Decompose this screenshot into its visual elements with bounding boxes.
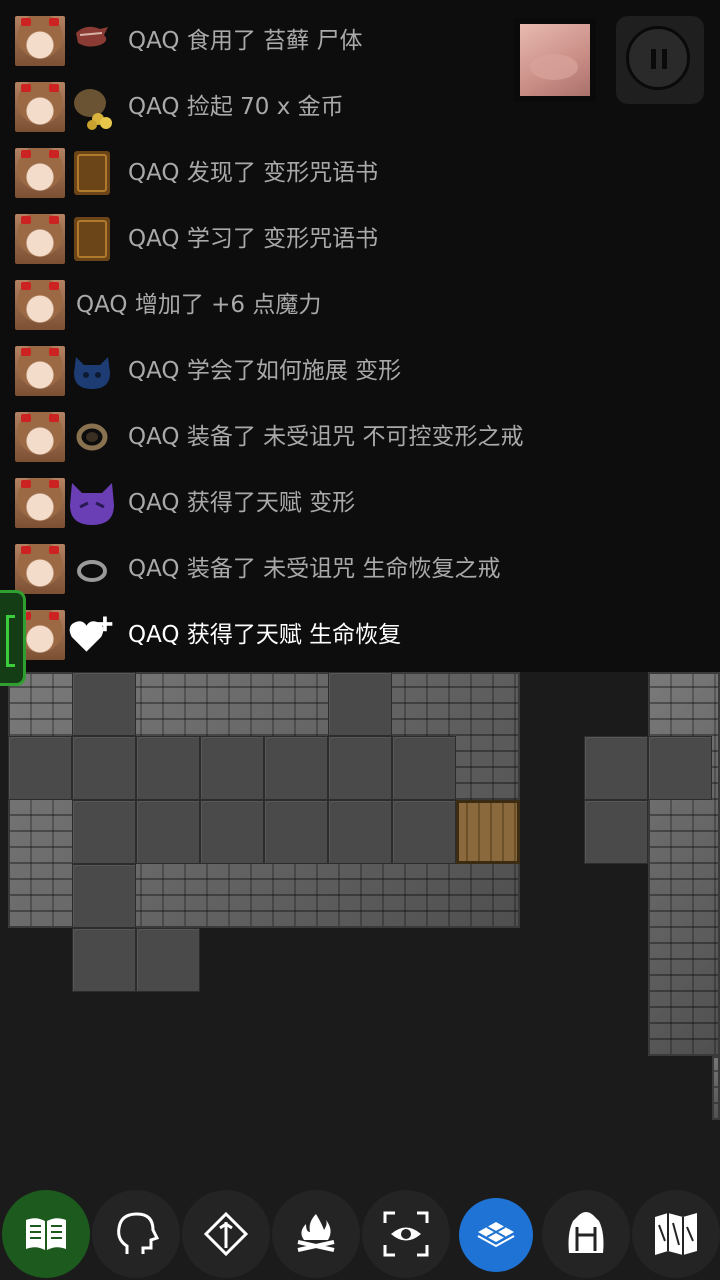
bottom-toolbar [0,1190,720,1280]
log-text: QAQ 发现了 变形咒语书 [128,160,379,186]
book-icon [26,1218,66,1250]
player-avatar [15,82,65,132]
log-entry: QAQ 装备了 未受诅咒 生命恢复之戒 [0,536,720,602]
floor-tile[interactable] [72,800,136,864]
rest-button[interactable] [272,1190,360,1278]
silver-ring-icon [68,545,116,593]
eye-focus-icon [383,1211,429,1257]
floor-tile[interactable] [72,736,136,800]
character-button[interactable] [92,1190,180,1278]
floor-tile[interactable] [392,736,456,800]
log-entry: QAQ 获得了天赋 生命恢复 [0,602,720,668]
floor-tile[interactable] [648,736,712,800]
floor-tile[interactable] [136,736,200,800]
spellbook-icon [68,215,116,263]
floor-tile[interactable] [328,800,392,864]
log-entry: QAQ 装备了 未受诅咒 不可控变形之戒 [0,404,720,470]
dungeon-wall [648,672,720,1056]
log-entry: QAQ 学会了如何施展 变形 [0,338,720,404]
floor-tile[interactable] [72,864,136,928]
side-panel-handle[interactable] [0,590,26,686]
log-entry: QAQ 捡起 70 x 金币 [0,74,720,140]
pause-icon [626,26,690,90]
floor-tile[interactable] [136,800,200,864]
log-text: QAQ 装备了 未受诅咒 生命恢复之戒 [128,556,501,582]
floor-tile[interactable] [328,672,392,736]
purple-cat-talent-icon [68,479,116,527]
look-button[interactable] [362,1190,450,1278]
folded-map-icon [655,1213,697,1255]
log-text: QAQ 装备了 未受诅咒 不可控变形之戒 [128,424,524,450]
log-entry: QAQ 食用了 苔藓 尸体 [0,8,720,74]
floor-tile[interactable] [72,672,136,736]
floor-tile[interactable] [72,928,136,992]
floor-tile[interactable] [200,736,264,800]
target-portrait[interactable] [514,18,596,102]
floor-tile[interactable] [328,736,392,800]
portrait-image [520,24,590,96]
heart-plus-icon [68,611,116,659]
skills-button[interactable] [182,1190,270,1278]
player-avatar [15,280,65,330]
tiles-icon [477,1222,515,1248]
log-text: QAQ 捡起 70 x 金币 [128,94,344,120]
player-avatar [15,16,65,66]
log-text: QAQ 获得了天赋 变形 [128,490,356,516]
map-button[interactable] [632,1190,720,1278]
player-avatar [15,346,65,396]
log-entry: QAQ 学习了 变形咒语书 [0,206,720,272]
floor-tile[interactable] [584,800,648,864]
floor-tile[interactable] [584,736,648,800]
inventory-button[interactable] [542,1190,630,1278]
log-text: QAQ 食用了 苔藓 尸体 [128,28,363,54]
spellbook-icon [68,149,116,197]
journal-button[interactable] [2,1190,90,1278]
pause-bar [651,49,656,69]
tiles-button[interactable] [459,1198,533,1272]
log-entry: QAQ 获得了天赋 变形 [0,470,720,536]
player-avatar [15,412,65,462]
bronze-ring-icon [68,413,116,461]
floor-tile[interactable] [392,800,456,864]
player-avatar [15,148,65,198]
campfire-icon [297,1214,335,1252]
floor-tile[interactable] [264,800,328,864]
player-avatar [15,214,65,264]
player-avatar [15,478,65,528]
wooden-door[interactable] [456,800,520,864]
log-text: QAQ 获得了天赋 生命恢复 [128,622,402,648]
floor-tile[interactable] [264,736,328,800]
gold-coins-icon [68,83,116,131]
log-text: QAQ 学会了如何施展 变形 [128,358,402,384]
diamond-staff-icon [203,1211,249,1257]
head-profile-icon [117,1212,159,1254]
blue-cat-spell-icon [68,347,116,395]
log-text: QAQ 增加了 +6 点魔力 [76,292,322,318]
floor-tile[interactable] [136,928,200,992]
dungeon-wall [712,1056,720,1120]
player-avatar [15,544,65,594]
message-log: QAQ 食用了 苔藓 尸体 QAQ 捡起 70 x 金币 QAQ 发现了 变形咒… [0,0,720,672]
log-text: QAQ 学习了 变形咒语书 [128,226,379,252]
meat-corpse-icon [68,17,116,65]
floor-tile[interactable] [8,736,72,800]
log-entry: QAQ 发现了 变形咒语书 [0,140,720,206]
backpack-icon [568,1212,604,1253]
log-entry: QAQ 增加了 +6 点魔力 [0,272,720,338]
pause-bar [662,49,667,69]
floor-tile[interactable] [200,800,264,864]
pause-button[interactable] [616,16,704,104]
